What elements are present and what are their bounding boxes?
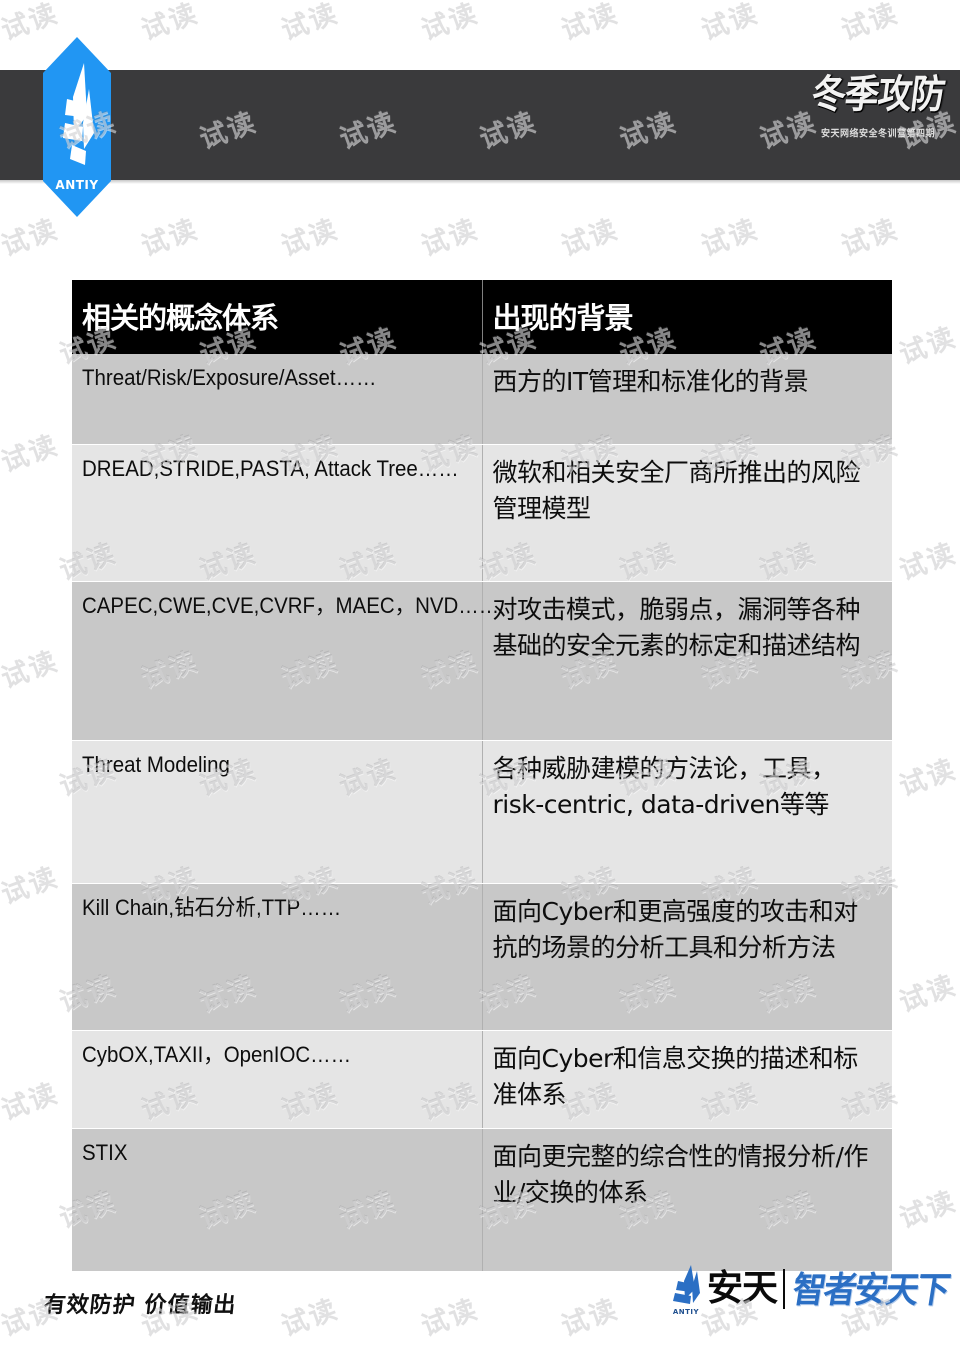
watermark-text: 试读: [417, 0, 483, 47]
concept-text: Threat Modeling: [82, 752, 230, 777]
footer-slogan-left: 有效防护 价值输出: [42, 1292, 238, 1318]
watermark-text: 试读: [0, 429, 63, 479]
cell-concept: STIX: [72, 1128, 483, 1272]
concept-text: CAPEC,CWE,CVE,CVRF，MAEC，NVD……: [82, 593, 500, 618]
background-text: 各种威胁建模的方法论，工具，risk-centric, data-driven等…: [492, 754, 837, 820]
antiy-feather-hexagon-logo-icon: ANTIY: [43, 37, 111, 217]
antiy-cn-name: 安天: [706, 1268, 778, 1309]
watermark-text: 试读: [557, 1293, 623, 1343]
watermark-text: 试读: [557, 0, 623, 47]
watermark-text: 试读: [277, 1293, 343, 1343]
column-header-background: 出现的背景: [482, 280, 892, 354]
watermark-text: 试读: [0, 645, 63, 695]
antiy-slogan: 智者安天下: [789, 1267, 952, 1311]
watermark-text: 试读: [137, 213, 203, 263]
table-header-row: 相关的概念体系 出现的背景: [72, 280, 892, 354]
antiy-feather-icon: ANTIY: [669, 1263, 703, 1316]
watermark-text: 试读: [0, 861, 63, 911]
concept-text: CybOX,TAXII，OpenIOC……: [82, 1042, 352, 1067]
background-text: 对攻击模式，脆弱点，漏洞等各种基础的安全元素的标定和描述结构: [492, 595, 861, 661]
svg-text:ANTIY: ANTIY: [55, 178, 98, 192]
concept-text: Threat/Risk/Exposure/Asset……: [82, 365, 377, 390]
calligraphy-subtitle: 安天网络安全冬训营第四期: [820, 128, 935, 140]
background-text: 面向更完整的综合性的情报分析/作业/交换的体系: [492, 1141, 869, 1207]
concept-system-table: 相关的概念体系 出现的背景 Threat/Risk/Exposure/Asset…: [72, 280, 892, 1272]
table-row: Kill Chain,钻石分析,TTP…… 面向Cyber和更高强度的攻击和对抗…: [72, 883, 892, 1031]
cell-background: 西方的IT管理和标准化的背景: [482, 354, 892, 445]
watermark-text: 试读: [137, 0, 203, 47]
cell-background: 面向更完整的综合性的情报分析/作业/交换的体系: [482, 1128, 892, 1272]
watermark-text: 试读: [895, 321, 960, 371]
table-row: Threat/Risk/Exposure/Asset…… 西方的IT管理和标准化…: [72, 354, 892, 445]
table-row: STIX 面向更完整的综合性的情报分析/作业/交换的体系: [72, 1128, 892, 1272]
cell-background: 各种威胁建模的方法论，工具，risk-centric, data-driven等…: [482, 740, 892, 884]
cell-concept: Threat Modeling: [72, 740, 483, 884]
header-calligraphy: 冬季攻防 安天网络安全冬训营第四期: [808, 72, 948, 174]
cell-background: 面向Cyber和更高强度的攻击和对抗的场景的分析工具和分析方法: [482, 883, 892, 1031]
watermark-text: 试读: [277, 213, 343, 263]
cell-concept: DREAD,STRIDE,PASTA, Attack Tree……: [72, 444, 483, 582]
watermark-text: 试读: [0, 1077, 63, 1127]
background-text: 微软和相关安全厂商所推出的风险管理模型: [492, 458, 861, 524]
background-text: 面向Cyber和信息交换的描述和标准体系: [492, 1044, 859, 1110]
background-text: 西方的IT管理和标准化的背景: [492, 367, 809, 396]
watermark-text: 试读: [417, 213, 483, 263]
cell-concept: CAPEC,CWE,CVE,CVRF，MAEC，NVD……: [72, 581, 500, 741]
table-row: Threat Modeling 各种威胁建模的方法论，工具，risk-centr…: [72, 740, 892, 884]
column-header-concept: 相关的概念体系: [72, 280, 483, 354]
calligraphy-title: 冬季攻防: [809, 72, 947, 118]
cell-background: 面向Cyber和信息交换的描述和标准体系: [482, 1030, 892, 1129]
antiy-wordmark-small: ANTIY: [672, 1308, 700, 1316]
watermark-text: 试读: [837, 0, 903, 47]
cell-concept: CybOX,TAXII，OpenIOC……: [72, 1030, 483, 1129]
header-bar-shadow: [0, 180, 960, 184]
watermark-text: 试读: [837, 213, 903, 263]
watermark-text: 试读: [697, 213, 763, 263]
cell-concept: Kill Chain,钻石分析,TTP……: [72, 883, 483, 1031]
table-row: CAPEC,CWE,CVE,CVRF，MAEC，NVD…… 对攻击模式，脆弱点，…: [72, 581, 892, 741]
table-row: DREAD,STRIDE,PASTA, Attack Tree…… 微软和相关安…: [72, 444, 892, 582]
watermark-text: 试读: [697, 0, 763, 47]
watermark-text: 试读: [557, 213, 623, 263]
watermark-text: 试读: [895, 1185, 960, 1235]
watermark-text: 试读: [895, 753, 960, 803]
table-row: CybOX,TAXII，OpenIOC…… 面向Cyber和信息交换的描述和标准…: [72, 1030, 892, 1129]
watermark-text: 试读: [895, 537, 960, 587]
background-text: 面向Cyber和更高强度的攻击和对抗的场景的分析工具和分析方法: [492, 897, 859, 963]
cell-background: 对攻击模式，脆弱点，漏洞等各种基础的安全元素的标定和描述结构: [482, 581, 892, 741]
watermark-text: 试读: [895, 969, 960, 1019]
cell-concept: Threat/Risk/Exposure/Asset……: [72, 354, 483, 445]
watermark-text: 试读: [417, 1293, 483, 1343]
cell-background: 微软和相关安全厂商所推出的风险管理模型: [482, 444, 892, 582]
concept-text: STIX: [82, 1139, 128, 1165]
concept-text: DREAD,STRIDE,PASTA, Attack Tree……: [82, 456, 459, 481]
logo-divider: [783, 1269, 785, 1309]
watermark-text: 试读: [277, 0, 343, 47]
concept-text: Kill Chain,钻石分析,TTP……: [82, 895, 342, 920]
footer-antiy-logo: ANTIY 安天 智者安天下: [669, 1258, 952, 1320]
